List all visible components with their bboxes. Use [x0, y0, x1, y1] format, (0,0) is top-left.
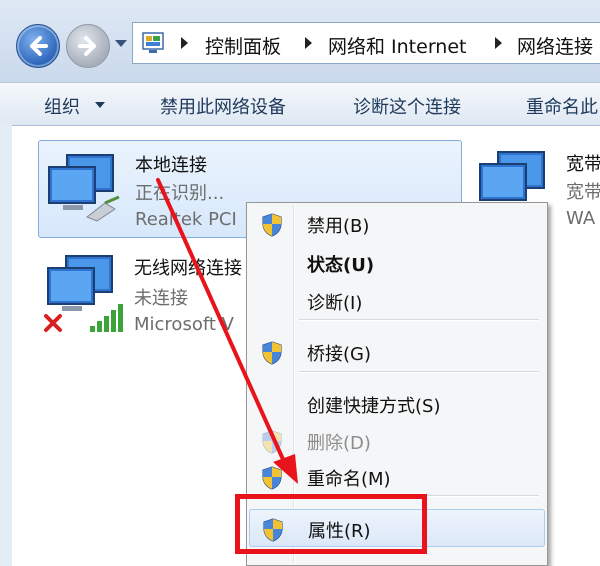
organize-button[interactable]: 组织: [44, 93, 80, 119]
menu-item-label: 删除(D): [307, 433, 371, 454]
breadcrumb-separator-icon[interactable]: [181, 37, 188, 49]
breadcrumb-control-panel[interactable]: 控制面板: [205, 32, 281, 59]
menu-separator: [299, 319, 539, 321]
address-bar[interactable]: 控制面板 网络和 Internet 网络连接: [132, 22, 600, 64]
breadcrumb-network-internet[interactable]: 网络和 Internet: [328, 32, 466, 59]
menu-item-label: 诊断(I): [307, 293, 363, 314]
menu-item-label: 状态(U): [307, 255, 375, 276]
uac-shield-icon: [261, 213, 283, 237]
diagnose-button[interactable]: 诊断这个连接: [353, 93, 461, 119]
back-button[interactable]: [16, 24, 60, 68]
connection-device: WA: [566, 208, 596, 229]
disable-device-button[interactable]: 禁用此网络设备: [160, 93, 286, 119]
menu-item-status[interactable]: 状态(U): [249, 244, 545, 282]
uac-shield-icon: [261, 466, 283, 490]
connection-status: 正在识别...: [135, 183, 225, 204]
menu-item-delete: 删除(D): [249, 422, 545, 460]
menu-separator: [299, 371, 539, 373]
menu-item-label: 创建快捷方式(S): [307, 396, 441, 417]
command-bar: 组织 禁用此网络设备 诊断这个连接 重命名此: [0, 82, 600, 126]
wireless-adapter-icon: [44, 255, 123, 332]
forward-arrow-icon: [78, 36, 96, 56]
forward-button[interactable]: [66, 24, 110, 68]
connection-device: Realtek PCI: [135, 209, 237, 230]
menu-item-label: 禁用(B): [307, 216, 370, 237]
menu-item-disable[interactable]: 禁用(B): [249, 205, 545, 243]
connection-name: 宽带: [566, 154, 600, 175]
menu-item-label: 桥接(G): [307, 344, 371, 365]
annotation-highlight-box: [235, 494, 427, 554]
connection-status: 未连接: [134, 288, 188, 309]
network-adapter-icon: [48, 154, 120, 222]
breadcrumb-network-connections[interactable]: 网络连接: [517, 32, 593, 59]
navigation-bar: 控制面板 网络和 Internet 网络连接: [0, 0, 600, 82]
recent-pages-dropdown-icon[interactable]: [115, 40, 127, 47]
menu-item-diagnose[interactable]: 诊断(I): [249, 282, 545, 320]
back-arrow-icon: [30, 36, 48, 56]
rename-button[interactable]: 重命名此: [526, 93, 598, 119]
connection-name: 无线网络连接: [134, 258, 242, 279]
connection-device: Microsoft V: [134, 314, 234, 335]
connection-status: 宽带: [566, 182, 600, 203]
menu-item-create-shortcut[interactable]: 创建快捷方式(S): [249, 385, 545, 423]
disconnected-x-icon: [44, 314, 62, 332]
menu-item-label: 重命名(M): [307, 469, 391, 490]
breadcrumb-separator-icon[interactable]: [495, 37, 502, 49]
menu-item-rename[interactable]: 重命名(M): [249, 458, 545, 496]
uac-shield-icon: [261, 341, 283, 365]
organize-dropdown-icon[interactable]: [95, 102, 105, 108]
breadcrumb-separator-icon[interactable]: [305, 37, 312, 49]
control-panel-icon: [142, 32, 164, 53]
connection-name: 本地连接: [135, 155, 207, 176]
left-pane-edge: [0, 124, 12, 566]
connection-wireless[interactable]: 无线网络连接 未连接 Microsoft V: [38, 248, 258, 343]
uac-shield-icon: [261, 430, 283, 454]
menu-item-bridge[interactable]: 桥接(G): [249, 333, 545, 371]
